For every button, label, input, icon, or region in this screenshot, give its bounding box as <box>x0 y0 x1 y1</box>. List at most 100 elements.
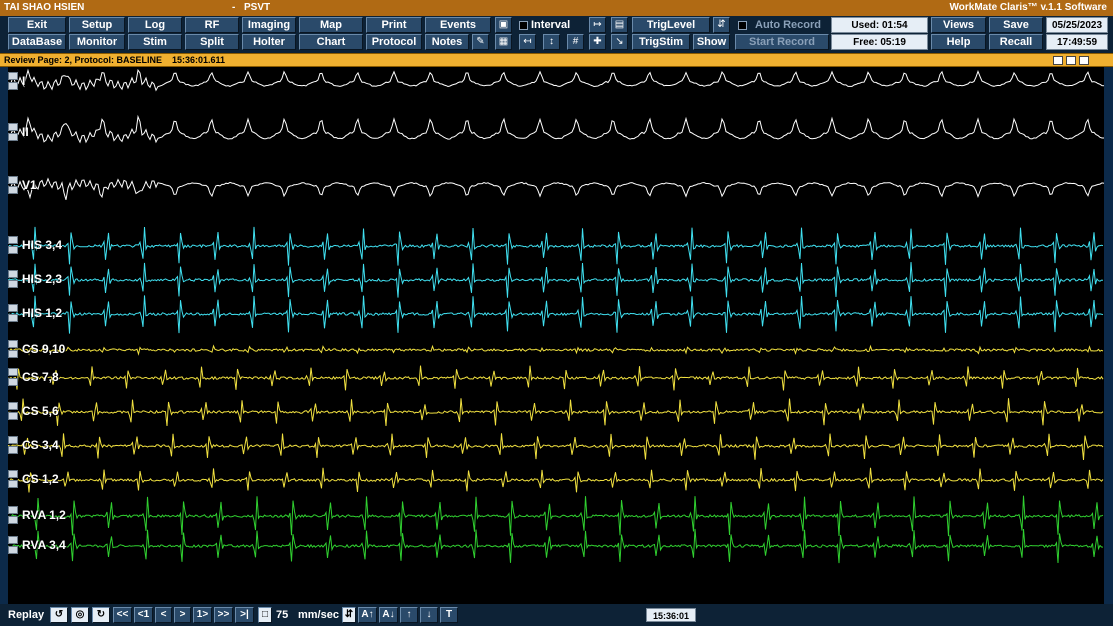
channel-gain-up-icon[interactable] <box>8 304 18 312</box>
map-button[interactable]: Map <box>299 17 363 33</box>
pen-icon[interactable]: ✎ <box>472 34 489 50</box>
calculator-icon[interactable]: ▤ <box>611 17 628 33</box>
stim-button[interactable]: Stim <box>128 34 182 50</box>
channel-gain-control[interactable] <box>8 368 18 388</box>
channel-gain-control[interactable] <box>8 176 18 196</box>
save-button[interactable]: Save <box>989 17 1043 33</box>
print-button[interactable]: Print <box>366 17 422 33</box>
cursor-time-display: 15:36:01 <box>646 608 696 622</box>
lock-icon[interactable]: □ <box>258 607 272 623</box>
channel-gain-down-icon[interactable] <box>8 82 18 90</box>
vertical-caliper-icon[interactable]: ↕ <box>543 34 560 50</box>
channel-gain-control[interactable] <box>8 536 18 556</box>
notes-button[interactable]: Notes <box>425 34 469 50</box>
text-annotation-icon[interactable]: T <box>440 607 458 623</box>
channel-label: II <box>22 125 29 139</box>
egm-trace-panel[interactable] <box>8 67 1104 604</box>
events-button[interactable]: Events <box>425 17 491 33</box>
channel-gain-down-icon[interactable] <box>8 516 18 524</box>
channel-gain-up-icon[interactable] <box>8 506 18 514</box>
trig-adjust-icon[interactable]: ⇵ <box>713 17 730 33</box>
nav-first-button[interactable]: << <box>113 607 132 623</box>
tile-window-icon[interactable] <box>1066 56 1076 65</box>
channel-gain-down-icon[interactable] <box>8 350 18 358</box>
interval-checkbox[interactable] <box>519 21 528 30</box>
slope-icon[interactable]: ↘ <box>611 34 628 50</box>
channel-gain-control[interactable] <box>8 72 18 92</box>
channel-gain-up-icon[interactable] <box>8 402 18 410</box>
restore-window-icon[interactable] <box>1053 56 1063 65</box>
channel-gain-control[interactable] <box>8 402 18 422</box>
recall-button[interactable]: Recall <box>989 34 1043 50</box>
channel-gain-down-icon[interactable] <box>8 412 18 420</box>
march-caliper-icon[interactable]: # <box>567 34 584 50</box>
nav-next-button[interactable]: > <box>174 607 191 623</box>
channel-gain-control[interactable] <box>8 123 18 143</box>
gain-down-icon[interactable]: A↓ <box>379 607 398 623</box>
start-record-button[interactable]: Start Record <box>735 34 829 50</box>
log-button[interactable]: Log <box>128 17 182 33</box>
monitor-button[interactable]: Monitor <box>69 34 125 50</box>
horizontal-caliper-icon[interactable]: ↤ <box>519 34 536 50</box>
help-button[interactable]: Help <box>931 34 986 50</box>
channel-gain-control[interactable] <box>8 340 18 360</box>
nav-next-page-button[interactable]: 1> <box>193 607 212 623</box>
split-button[interactable]: Split <box>185 34 239 50</box>
channel-gain-up-icon[interactable] <box>8 340 18 348</box>
rewind-icon[interactable]: ↺ <box>50 607 68 623</box>
channel-gain-down-icon[interactable] <box>8 133 18 141</box>
channel-gain-up-icon[interactable] <box>8 436 18 444</box>
trace-cs-7-8 <box>8 365 1104 391</box>
channel-gain-up-icon[interactable] <box>8 123 18 131</box>
channel-gain-up-icon[interactable] <box>8 236 18 244</box>
speed-stepper-icon[interactable]: ⇵ <box>342 607 356 623</box>
imaging-button[interactable]: Imaging <box>242 17 296 33</box>
channel-gain-up-icon[interactable] <box>8 270 18 278</box>
setup-button[interactable]: Setup <box>69 17 125 33</box>
channel-gain-control[interactable] <box>8 236 18 256</box>
channel-gain-down-icon[interactable] <box>8 280 18 288</box>
auto-record-checkbox[interactable] <box>738 21 747 30</box>
protocol-button[interactable]: Protocol <box>366 34 422 50</box>
channel-gain-down-icon[interactable] <box>8 186 18 194</box>
channel-gain-control[interactable] <box>8 470 18 490</box>
show-button[interactable]: Show <box>693 34 730 50</box>
gain-up-icon[interactable]: A↑ <box>358 607 377 623</box>
marker-icon[interactable]: ◎ <box>71 607 89 623</box>
camera-icon[interactable]: ▣ <box>495 17 512 33</box>
trig-level-button[interactable]: TrigLevel <box>632 17 710 33</box>
move-down-icon[interactable]: ↓ <box>420 607 438 623</box>
trig-stim-button[interactable]: TrigStim <box>632 34 690 50</box>
move-up-icon[interactable]: ↑ <box>400 607 418 623</box>
channel-gain-up-icon[interactable] <box>8 176 18 184</box>
nav-end-button[interactable]: >| <box>235 607 254 623</box>
chart-button[interactable]: Chart <box>299 34 363 50</box>
database-button[interactable]: DataBase <box>8 34 66 50</box>
maximize-window-icon[interactable] <box>1079 56 1089 65</box>
channel-gain-up-icon[interactable] <box>8 72 18 80</box>
interval-measure-icon[interactable]: ↦ <box>589 17 606 33</box>
nav-last-button[interactable]: >> <box>214 607 233 623</box>
channel-gain-up-icon[interactable] <box>8 536 18 544</box>
channel-gain-control[interactable] <box>8 304 18 324</box>
nav-prev-button[interactable]: < <box>155 607 172 623</box>
channel-gain-up-icon[interactable] <box>8 368 18 376</box>
grid-icon[interactable]: ▦ <box>495 34 512 50</box>
nav-prev-page-button[interactable]: <1 <box>134 607 153 623</box>
channel-gain-control[interactable] <box>8 270 18 290</box>
channel-gain-down-icon[interactable] <box>8 314 18 322</box>
channel-gain-down-icon[interactable] <box>8 546 18 554</box>
channel-gain-down-icon[interactable] <box>8 246 18 254</box>
crosshair-icon[interactable]: ✚ <box>589 34 606 50</box>
channel-gain-up-icon[interactable] <box>8 470 18 478</box>
channel-gain-down-icon[interactable] <box>8 480 18 488</box>
holter-button[interactable]: Holter <box>242 34 296 50</box>
channel-gain-control[interactable] <box>8 506 18 526</box>
exit-button[interactable]: Exit <box>8 17 66 33</box>
views-button[interactable]: Views <box>931 17 986 33</box>
channel-gain-down-icon[interactable] <box>8 446 18 454</box>
forward-icon[interactable]: ↻ <box>92 607 110 623</box>
channel-gain-down-icon[interactable] <box>8 378 18 386</box>
rf-button[interactable]: RF <box>185 17 239 33</box>
channel-gain-control[interactable] <box>8 436 18 456</box>
